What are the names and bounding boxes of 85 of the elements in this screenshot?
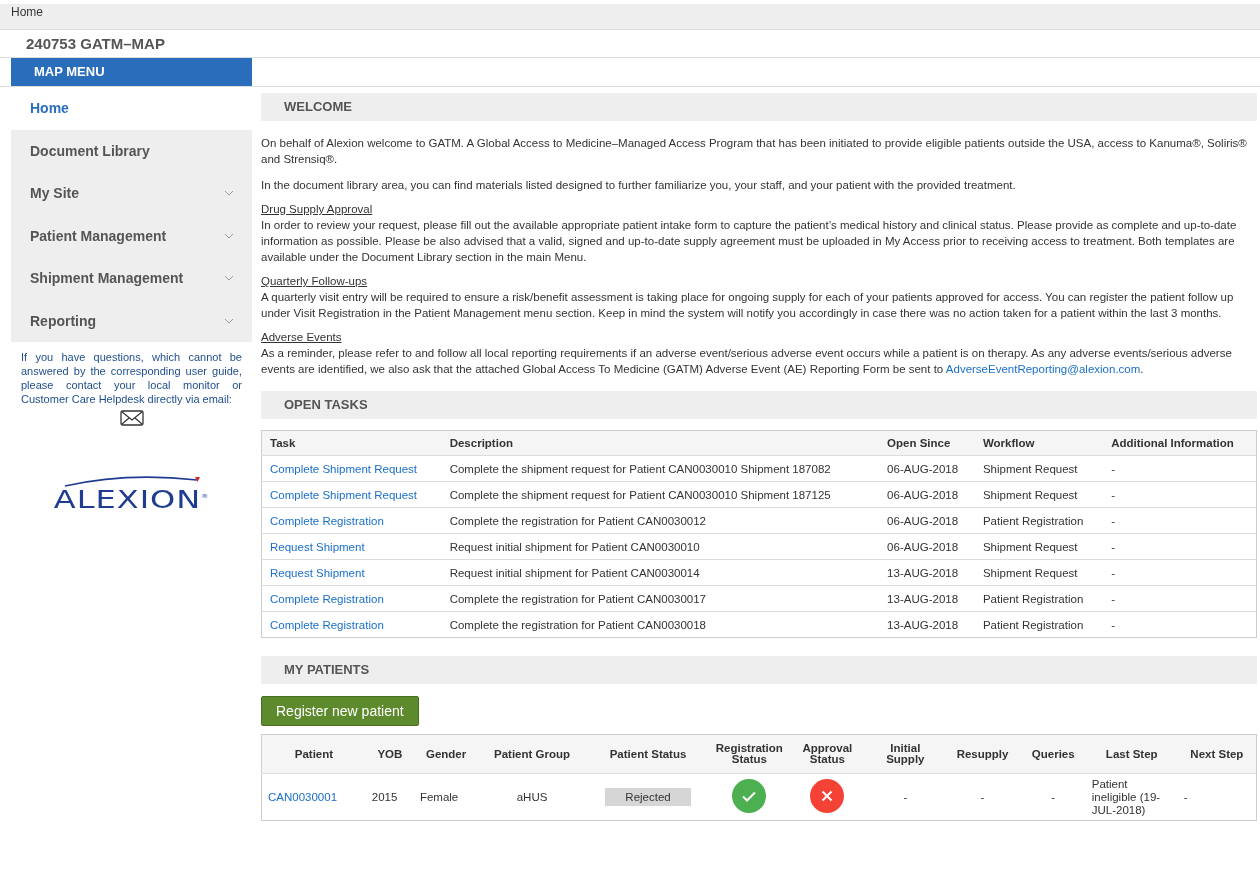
table-cell: Shipment Request	[974, 481, 1104, 508]
column-header: Patient Status	[585, 734, 711, 774]
column-header: Description	[441, 430, 880, 456]
task-link[interactable]: Complete Shipment Request	[270, 462, 418, 475]
column-header: Open Since	[879, 430, 975, 456]
sidebar-item[interactable]: My Site	[11, 172, 252, 215]
table-cell: -	[866, 773, 945, 821]
paragraph: In order to review your request, please fill out the available appropriate patient intake form to capture the patient’s medical history and clinical status. Please provide as complete and up-to-date information as possible. Please be also advised that a valid, signed and up-to-date supply agreement must be uploaded in My Access prior to receiving access to treatment. Both templates are available under the Document Library section in the main Menu.	[261, 218, 1238, 265]
table-cell: Shipment Request	[974, 455, 1104, 482]
sidebar-item[interactable]: Patient Management	[11, 214, 252, 257]
column-header: Resupply	[944, 734, 1021, 774]
table-cell: aHUS	[478, 773, 586, 821]
table-cell: 06-AUG-2018	[879, 533, 975, 560]
subsection-heading: Quarterly Follow-ups	[261, 275, 368, 287]
task-link[interactable]: Complete Shipment Request	[270, 488, 418, 501]
patient-link[interactable]: CAN0030001	[268, 791, 338, 803]
table-cell: Complete the registration for Patient CAN0030012	[441, 507, 880, 534]
column-header: Queries	[1020, 734, 1086, 774]
table-cell: Shipment Request	[974, 559, 1104, 586]
table-cell: Female	[413, 773, 479, 821]
breadcrumb[interactable]: Home	[11, 5, 43, 19]
help-text: If you have questions, which cannot be answered by the corresponding user guide, please contact your local monitor or Customer Care Helpdesk directly via email:	[21, 350, 242, 406]
column-header: Patient Group	[478, 734, 586, 774]
section-header: WELCOME	[261, 93, 1257, 121]
sidebar-item[interactable]: Shipment Management	[11, 257, 252, 300]
task-link[interactable]: Request Shipment	[270, 566, 365, 579]
task-link[interactable]: Complete Registration	[270, 514, 384, 527]
table-cell: Complete the registration for Patient CAN0030017	[441, 585, 880, 612]
table-cell: -	[1020, 773, 1086, 821]
column-header: Approval Status	[788, 734, 867, 774]
column-header: YOB	[365, 734, 414, 774]
table-cell: -	[1103, 455, 1257, 482]
logo-text: ALEXION$^{®}$	[53, 483, 210, 515]
table-cell: Patient Registration	[974, 507, 1104, 534]
status-badge: Rejected	[605, 788, 691, 806]
column-header: Workflow	[974, 430, 1104, 456]
paragraph: In the document library area, you can find materials listed designed to further familiarize you, your staff, and your patient with the provided treatment.	[261, 178, 1017, 193]
column-header: Last Step	[1085, 734, 1178, 774]
mail-icon[interactable]	[119, 410, 144, 426]
subsection-heading: Drug Supply Approval	[261, 203, 373, 215]
column-header: Initial Supply	[866, 734, 945, 774]
table-cell: -	[1103, 585, 1257, 612]
column-header: Patient	[261, 734, 366, 774]
table-cell: 06-AUG-2018	[879, 481, 975, 508]
register-button[interactable]: Register new patient	[261, 696, 419, 726]
table-cell: Patient Registration	[974, 585, 1104, 612]
table-cell: 13-AUG-2018	[879, 611, 975, 638]
column-header: Task	[261, 430, 442, 456]
task-link[interactable]: Complete Registration	[270, 592, 384, 605]
sidebar-item[interactable]: Reporting	[11, 299, 252, 342]
table-cell: -	[1103, 611, 1257, 638]
paragraph: On behalf of Alexion welcome to GATM. A Global Access to Medicine–Managed Access Program that has been initiated to provide eligible patients outside the USA, access to Kanuma®, Soliris® and Strensiq®.	[261, 136, 1248, 167]
subsection-heading: Adverse Events	[261, 331, 342, 343]
table-cell: -	[1103, 507, 1257, 534]
menu-header: MAP MENU	[11, 58, 252, 86]
table-cell: Complete the registration for Patient CAN0030018	[441, 611, 880, 638]
column-header: Registration Status	[710, 734, 789, 774]
paragraph: A quarterly visit entry will be required to ensure a risk/benefit assessment is taking place for ongoing supply for each of your patients approved for access. You can register the patient follow up under Visit Registration in the Patient Management menu section. Keep in mind the system will notify you accordingly in case there was no action taken for a patient within the last 3 months.	[261, 290, 1235, 321]
table-cell: Complete the shipment request for Patient CAN0030010 Shipment 187082	[441, 455, 880, 482]
table-cell: Request initial shipment for Patient CAN0030014	[441, 559, 880, 586]
section-header: OPEN TASKS	[261, 391, 1257, 419]
table-cell: 2015	[365, 773, 414, 821]
table-cell: -	[944, 773, 1021, 821]
site-title: 240753 GATM–MAP	[26, 35, 165, 52]
table-cell: Patient ineligible (19-JUL-2018)	[1085, 773, 1178, 821]
table-cell: Patient Registration	[974, 611, 1104, 638]
column-header: Gender	[413, 734, 479, 774]
column-header: Next Step	[1177, 734, 1257, 774]
table-cell: Request initial shipment for Patient CAN0030010	[441, 533, 880, 560]
table-cell: 06-AUG-2018	[879, 507, 975, 534]
table-cell: 13-AUG-2018	[879, 559, 975, 586]
table-cell: -	[1103, 559, 1257, 586]
table-cell: Shipment Request	[974, 533, 1104, 560]
table-cell: -	[1103, 533, 1257, 560]
table-cell: 13-AUG-2018	[879, 585, 975, 612]
table-cell: -	[1103, 481, 1257, 508]
sidebar-item[interactable]: Document Library	[11, 129, 252, 172]
column-header: Additional Information	[1103, 430, 1257, 456]
table-cell: -	[1177, 773, 1257, 821]
paragraph: As a reminder, please refer to and follow all local reporting requirements if an adverse event/serious adverse event occurs while a patient is on therapy. As any adverse events/serious adverse events are identified, we also ask that the attached Global Access To Medicine (GATM) Adverse Event (AE) Reporting Form be sent to AdverseEventReporting@alexion.com.	[261, 346, 1233, 377]
task-link[interactable]: Request Shipment	[270, 540, 365, 553]
section-header: MY PATIENTS	[261, 656, 1257, 684]
table-cell: 06-AUG-2018	[879, 455, 975, 482]
task-link[interactable]: Complete Registration	[270, 618, 384, 631]
table-cell: Complete the shipment request for Patient CAN0030010 Shipment 187125	[441, 481, 880, 508]
